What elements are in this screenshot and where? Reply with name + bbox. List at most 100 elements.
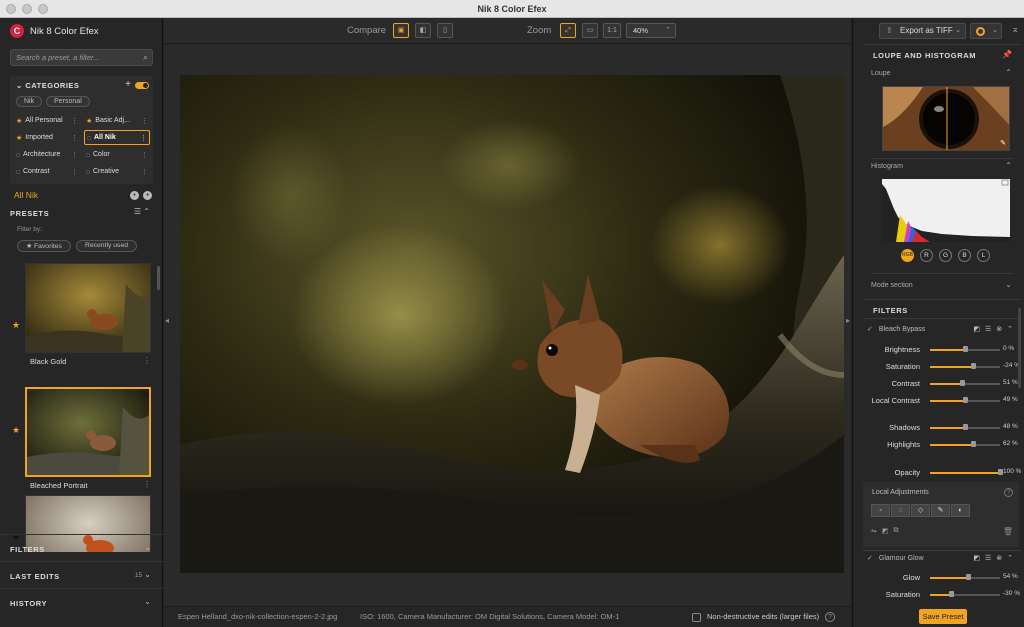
category-contrast[interactable]: Contrast ⋮	[14, 164, 80, 179]
slider-saturation[interactable]: Saturation -30 %	[863, 588, 1023, 602]
pin-icon[interactable]: 📌	[1002, 50, 1012, 59]
zoom-fit-button[interactable]: ⤢	[560, 23, 576, 38]
loupe-histogram-heading[interactable]: LOUPE AND HISTOGRAM	[873, 51, 976, 60]
loupe-pin-icon[interactable]: ✎	[1000, 139, 1006, 147]
link-icon[interactable]: ⇋	[871, 527, 877, 535]
more-icon[interactable]: ⋮	[141, 117, 148, 125]
more-icon[interactable]: ⋮	[71, 134, 78, 142]
luminosity-mask-icon[interactable]: ◐	[951, 504, 970, 517]
brush-tool-icon[interactable]: ✎	[931, 504, 950, 517]
chevron-up-icon[interactable]: ⌃	[1007, 554, 1013, 562]
chevron-down-icon[interactable]: ⌄	[144, 543, 151, 552]
remove-icon[interactable]: ⊗	[996, 325, 1002, 333]
chevron-down-icon[interactable]: ⌄	[992, 26, 998, 34]
slider-track[interactable]	[930, 441, 1000, 447]
chip-nik[interactable]: Nik	[16, 96, 43, 107]
right-panel-scrollbar[interactable]	[1018, 308, 1021, 388]
slider-highlights[interactable]: Highlights 62 %	[863, 438, 1023, 452]
collapse-left-panel-icon[interactable]: ◂	[165, 316, 169, 325]
category-basic-adjustments[interactable]: ★ Basic Adj... ⋮	[84, 113, 150, 128]
mode-section-label[interactable]: Mode section	[871, 282, 913, 289]
slider-track[interactable]	[930, 469, 1003, 475]
zoom-1to1-button[interactable]: 1:1	[603, 23, 621, 38]
chevron-down-icon[interactable]: ⌄	[955, 24, 961, 38]
duplicate-icon[interactable]: ⧉	[894, 527, 899, 535]
nondestructive-option[interactable]: Non-destructive edits (larger files)	[692, 607, 819, 627]
category-color[interactable]: Color ⋮	[84, 147, 150, 162]
filter-bleach-bypass-header[interactable]: ✓ Bleach Bypass ◩ ☰ ⊗ ⌃	[867, 321, 1017, 337]
remove-icon[interactable]: ⊗	[996, 554, 1002, 562]
slider-track[interactable]	[930, 574, 1000, 580]
preset-thumbnail-bleached-portrait[interactable]	[25, 387, 151, 477]
control-point-icon[interactable]: ◦	[871, 504, 890, 517]
add-preset-icon[interactable]: +	[130, 191, 139, 200]
slider-track[interactable]	[930, 397, 1000, 403]
presets-heading[interactable]: PRESETS	[10, 209, 49, 218]
chevron-up-icon[interactable]: ⌃	[1005, 68, 1012, 77]
mask-icon[interactable]: ◩	[973, 325, 980, 333]
show-mask-icon[interactable]: ◩	[882, 527, 889, 535]
category-all-personal[interactable]: ★ All Personal ⋮	[14, 113, 80, 128]
zoom-level-select[interactable]: 40%	[626, 23, 676, 38]
chevron-up-icon[interactable]: ⌃	[1007, 325, 1013, 333]
slider-track[interactable]	[930, 363, 1000, 369]
slider-handle[interactable]	[971, 441, 977, 447]
more-icon[interactable]: ⋮	[71, 168, 78, 176]
slider-track[interactable]	[930, 424, 1000, 430]
recently-used-chip[interactable]: Recently used	[75, 240, 138, 252]
channel-b[interactable]: B	[958, 249, 971, 262]
preset-more-icon[interactable]: ⋮	[143, 480, 151, 489]
export-options-button[interactable]: ⌄	[970, 23, 1002, 39]
chevron-down-icon[interactable]: ⌄	[1005, 280, 1012, 289]
favorites-chip[interactable]: ★ Favorites	[17, 240, 71, 252]
more-icon[interactable]: ⋮	[140, 134, 147, 142]
preset-thumbnail-black-gold[interactable]	[25, 263, 151, 353]
categories-toggle[interactable]	[135, 82, 149, 89]
slider-brightness[interactable]: Brightness 0 %	[863, 343, 1023, 357]
chevron-up-icon[interactable]: ⌃	[1005, 161, 1012, 170]
history-section[interactable]: HISTORY ⌄	[0, 588, 163, 615]
collapse-right-panel-icon[interactable]: ▸	[846, 316, 850, 325]
compare-overlay-button[interactable]: ▣	[393, 23, 409, 38]
slider-opacity[interactable]: Opacity 100 %	[863, 466, 1023, 480]
category-creative[interactable]: Creative ⋮	[84, 164, 150, 179]
slider-track[interactable]	[930, 591, 1000, 597]
zoom-fill-button[interactable]: ▭	[582, 23, 598, 38]
add-category-icon[interactable]: +	[125, 79, 131, 90]
channel-g[interactable]: G	[939, 249, 952, 262]
filter-enable-checkbox[interactable]: ✓	[867, 554, 873, 562]
help-icon[interactable]: ?	[1004, 488, 1013, 497]
collapse-panel-icon[interactable]: ⌅	[1011, 24, 1019, 35]
slider-handle[interactable]	[963, 424, 968, 430]
help-icon[interactable]: ?	[825, 612, 835, 622]
chevron-down-icon[interactable]: ⌄	[144, 597, 151, 606]
radial-tool-icon[interactable]: ◌	[891, 504, 910, 517]
preset-search-input[interactable]: Search a preset, a filter... ⌕	[10, 49, 153, 66]
slider-shadows[interactable]: Shadows 48 %	[863, 421, 1023, 435]
slider-handle[interactable]	[971, 363, 977, 369]
slider-contrast[interactable]: Contrast 51 %	[863, 377, 1023, 391]
favorite-star-icon[interactable]: ★	[12, 425, 20, 436]
slider-local-contrast[interactable]: Local Contrast 49 %	[863, 394, 1023, 408]
mask-icon[interactable]: ◩	[973, 554, 980, 562]
more-icon[interactable]: ⋮	[71, 151, 78, 159]
slider-saturation[interactable]: Saturation -24 %	[863, 360, 1023, 374]
slider-handle[interactable]	[963, 346, 968, 352]
category-all-nik[interactable]: All Nik ⋮	[84, 130, 150, 145]
zoom-window-button[interactable]	[38, 4, 48, 14]
more-icon[interactable]: ⋮	[71, 117, 78, 125]
favorite-star-icon[interactable]: ★	[12, 320, 20, 331]
categories-heading[interactable]: ⌄ CATEGORIES	[16, 81, 79, 90]
category-imported[interactable]: ★ Imported ⋮	[14, 130, 80, 145]
more-icon[interactable]: ⋮	[141, 168, 148, 176]
chip-personal[interactable]: Personal	[46, 96, 90, 107]
slider-track[interactable]	[930, 346, 1000, 352]
filter-enable-checkbox[interactable]: ✓	[867, 325, 873, 333]
slider-handle[interactable]	[963, 397, 968, 403]
category-architecture[interactable]: Architecture ⋮	[14, 147, 80, 162]
preset-scrollbar[interactable]	[157, 266, 160, 290]
new-folder-icon[interactable]: +	[143, 191, 152, 200]
search-icon[interactable]: ⌕	[143, 50, 148, 65]
channel-r[interactable]: R	[920, 249, 933, 262]
preset-more-icon[interactable]: ⋮	[143, 356, 151, 365]
